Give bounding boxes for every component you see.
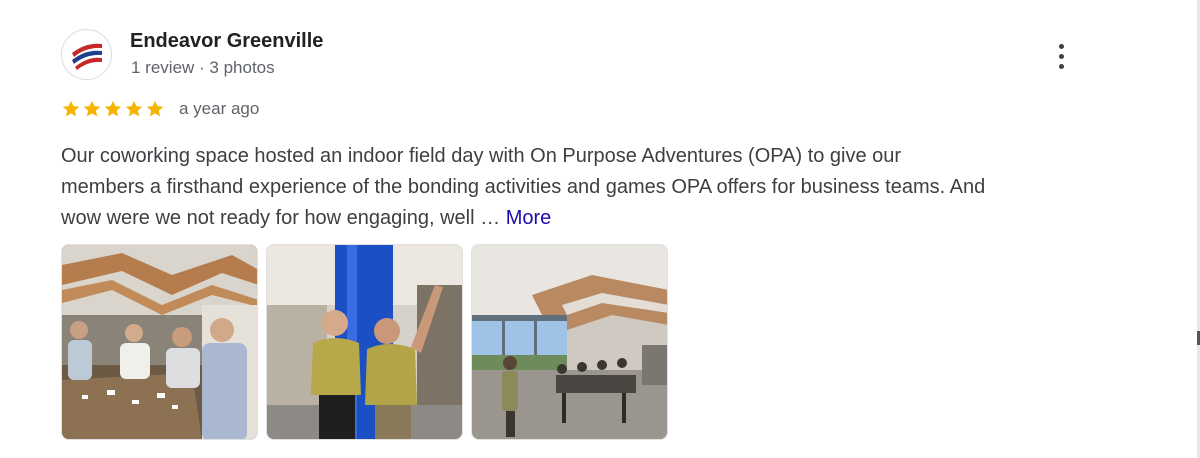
review-text-line-end: wow were we not ready for how engaging, … xyxy=(61,207,501,229)
more-options-icon-dot xyxy=(1058,63,1064,69)
endeavor-logo-icon xyxy=(72,43,102,70)
review-photo-2[interactable] xyxy=(266,244,463,440)
review-date: a year ago xyxy=(179,99,260,118)
more-link[interactable]: More xyxy=(506,207,552,229)
review-text: Our coworking space hosted an indoor fie… xyxy=(61,141,1121,234)
review-photos xyxy=(61,244,668,440)
more-options-button[interactable] xyxy=(1044,37,1078,75)
more-options-icon xyxy=(1058,43,1064,49)
review-text-line: wow were we not ready for how engaging, … xyxy=(61,203,1121,234)
photo-two-men-by-blue-pillar xyxy=(267,245,462,439)
review-photo-3[interactable] xyxy=(471,244,668,440)
reviewer-name[interactable]: Endeavor Greenville xyxy=(130,30,323,53)
photo-group-at-table xyxy=(62,245,257,439)
reviewer-meta: 1 review · 3 photos xyxy=(131,58,275,77)
more-options-icon-dot xyxy=(1058,53,1064,59)
star-icon xyxy=(146,100,164,117)
review-text-line: Our coworking space hosted an indoor fie… xyxy=(61,145,902,167)
star-icon xyxy=(62,100,80,117)
review-photo-1[interactable] xyxy=(61,244,258,440)
star-icon xyxy=(104,100,122,117)
review-text-line: members a firsthand experience of the bo… xyxy=(61,176,986,198)
reviewer-avatar[interactable] xyxy=(61,29,112,80)
review-card: Endeavor Greenville 1 review · 3 photos … xyxy=(0,0,1200,458)
rating-stars xyxy=(61,99,165,119)
star-icon xyxy=(125,100,143,117)
photo-coworking-lounge xyxy=(472,245,667,439)
star-icon xyxy=(83,100,101,117)
